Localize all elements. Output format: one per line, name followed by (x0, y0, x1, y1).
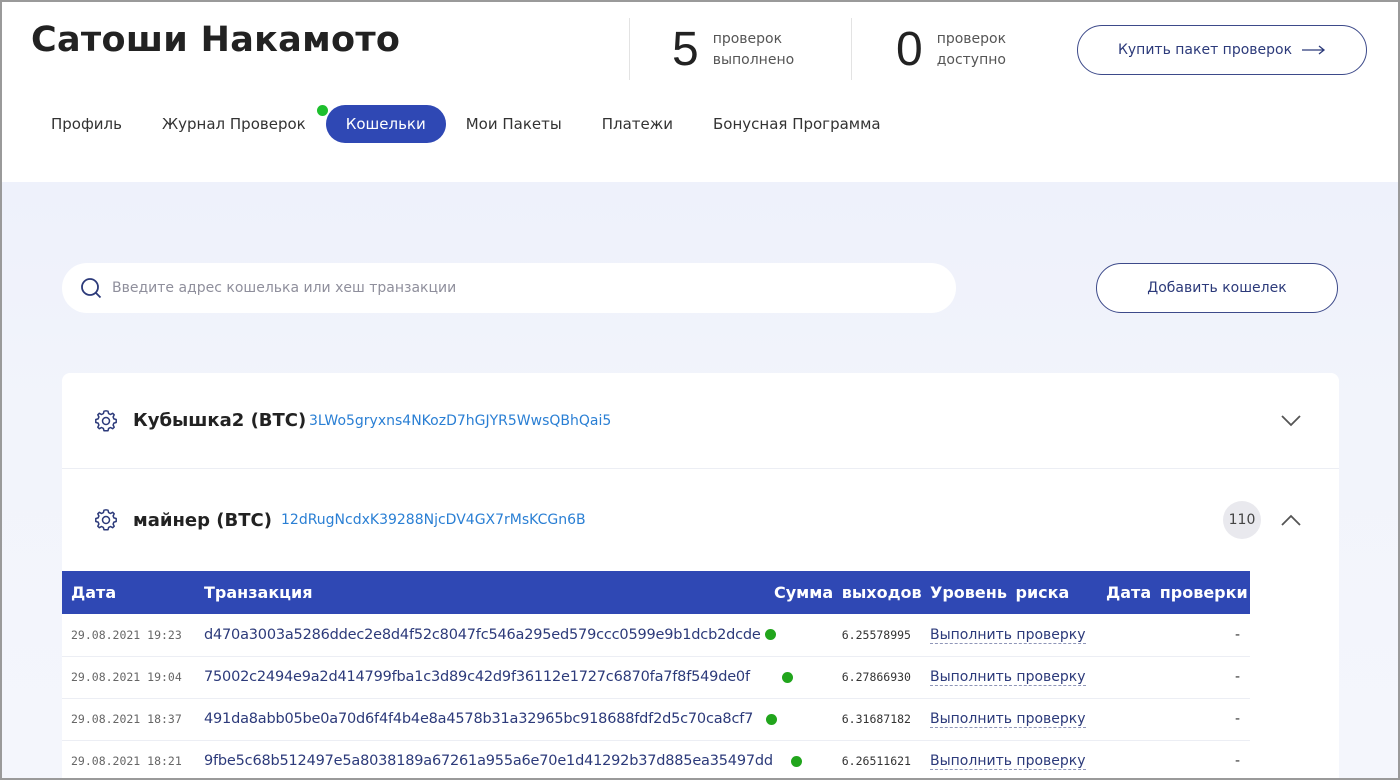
browser-frame: Сатоши Накамото 5 проверок выполнено 0 п… (0, 0, 1400, 780)
tx-sum: 6.26511621 (765, 740, 921, 778)
wallet-address[interactable]: 12dRugNcdxK39288NjcDV4GX7rMsKCGn6B (281, 512, 586, 528)
transaction-count-badge: 110 (1223, 501, 1261, 539)
column-header-transaction[interactable]: Транзакция (195, 571, 765, 614)
nav-tab-label: Бонусная Программа (713, 115, 881, 133)
buy-checks-label: Купить пакет проверок (1117, 42, 1293, 58)
wallet-item[interactable]: Кубышка2 (BTC) 3LWo5gryxns4NKozD7hGJYR5W… (62, 373, 1339, 469)
main-nav: Профиль Журнал Проверок Кошельки Мои Пак… (31, 104, 901, 144)
tx-hash-link[interactable]: d470a3003a5286ddec2e8d4f52c8047fc546a295… (204, 627, 761, 643)
tx-risk-cell: Выполнить проверку (921, 698, 1097, 741)
gear-icon[interactable] (94, 409, 118, 433)
column-header-date[interactable]: Дата (62, 571, 195, 614)
stat-value: 0 (896, 23, 923, 76)
nav-tab-label: Платежи (601, 115, 674, 133)
status-dot (765, 713, 777, 725)
chevron-down-icon[interactable] (1280, 414, 1302, 428)
gear-icon[interactable] (94, 508, 118, 532)
column-header-sum[interactable]: Сумма выходов (765, 571, 922, 614)
nav-tab-check-log[interactable]: Журнал Проверок (142, 105, 328, 143)
stat-label-line: проверок (936, 31, 1007, 47)
table-row: 29.08.2021 18:37 491da8abb05be0a70d6f4f4… (62, 698, 1250, 741)
tx-date: 29.08.2021 18:37 (62, 698, 195, 741)
divider (629, 18, 630, 80)
header: Сатоши Накамото 5 проверок выполнено 0 п… (2, 2, 1398, 182)
nav-tab-my-packages[interactable]: Мои Пакеты (446, 105, 582, 143)
tx-risk-cell: Выполнить проверку (921, 656, 1097, 699)
arrow-right-icon (1302, 45, 1326, 55)
tx-date: 29.08.2021 19:23 (62, 614, 195, 657)
tx-check-date: - (1097, 614, 1250, 657)
tx-hash-link[interactable]: 491da8abb05be0a70d6f4f4b4e8a4578b31a3296… (204, 711, 753, 727)
stat-label: проверок доступно (937, 29, 1006, 71)
column-header-check-date[interactable]: Дата проверки (1097, 571, 1250, 614)
tx-sum: 6.25578995 (765, 614, 921, 657)
run-check-link[interactable]: Выполнить проверку (930, 711, 1086, 728)
tx-date: 29.08.2021 19:04 (62, 656, 195, 699)
search-bar (62, 263, 956, 313)
stat-label-line: доступно (936, 52, 1006, 68)
status-dot (791, 755, 803, 767)
stat-label-line: выполнено (712, 52, 795, 68)
tx-hash-link[interactable]: 75002c2494e9a2d414799fba1c3d89c42d9f3611… (204, 669, 750, 685)
tx-risk-cell: Выполнить проверку (921, 740, 1097, 778)
transactions-table: Дата Транзакция Сумма выходов Уровень ри… (62, 571, 1250, 778)
tx-hash-cell: d470a3003a5286ddec2e8d4f52c8047fc546a295… (195, 614, 777, 657)
stat-label: проверок выполнено (713, 29, 794, 71)
stat-checks-done: 5 проверок выполнено (672, 20, 794, 80)
tx-hash-cell: 9fbe5c68b512497e5a8038189a67261a955a6e70… (195, 740, 803, 778)
search-icon (80, 277, 102, 299)
tx-date: 29.08.2021 18:21 (62, 740, 195, 778)
buy-checks-button[interactable]: Купить пакет проверок (1077, 25, 1367, 75)
column-header-risk[interactable]: Уровень риска (921, 571, 1097, 614)
tx-hash-cell: 75002c2494e9a2d414799fba1c3d89c42d9f3611… (195, 656, 794, 699)
divider (851, 18, 852, 80)
tx-check-date: - (1097, 698, 1250, 741)
run-check-link[interactable]: Выполнить проверку (930, 753, 1086, 770)
nav-tab-wallets[interactable]: Кошельки (325, 105, 446, 143)
chevron-up-icon[interactable] (1280, 513, 1302, 527)
main-content: Добавить кошелек Кубышка2 (BTC) 3LWo5gry… (2, 182, 1398, 778)
nav-tab-label: Журнал Проверок (161, 115, 306, 133)
nav-tab-label: Кошельки (345, 115, 426, 133)
stat-checks-available: 0 проверок доступно (896, 20, 1006, 80)
table-row: 29.08.2021 19:23 d470a3003a5286ddec2e8d4… (62, 614, 1250, 657)
run-check-link[interactable]: Выполнить проверку (930, 669, 1086, 686)
table-header-row: Дата Транзакция Сумма выходов Уровень ри… (62, 571, 1250, 614)
nav-tab-profile[interactable]: Профиль (31, 105, 142, 143)
tx-hash-cell: 491da8abb05be0a70d6f4f4b4e8a4578b31a3296… (195, 698, 777, 741)
user-name: Сатоши Накамото (31, 20, 401, 60)
table-row: 29.08.2021 18:21 9fbe5c68b512497e5a80381… (62, 740, 1250, 778)
wallet-item[interactable]: майнер (BTC) 12dRugNcdxK39288NjcDV4GX7rM… (62, 470, 1339, 570)
stat-label-line: проверок (712, 31, 783, 47)
tx-sum: 6.31687182 (765, 698, 921, 741)
wallet-name: Кубышка2 (BTC) (133, 410, 307, 431)
stat-value: 5 (672, 23, 699, 76)
add-wallet-button[interactable]: Добавить кошелек (1096, 263, 1338, 313)
tx-risk-cell: Выполнить проверку (921, 614, 1097, 657)
run-check-link[interactable]: Выполнить проверку (930, 626, 1086, 644)
notification-dot (316, 105, 328, 116)
nav-tab-payments[interactable]: Платежи (582, 105, 693, 143)
add-wallet-label: Добавить кошелек (1147, 280, 1287, 296)
nav-tab-label: Профиль (51, 115, 122, 133)
wallet-address[interactable]: 3LWo5gryxns4NKozD7hGJYR5WwsQBhQai5 (309, 413, 611, 429)
tx-check-date: - (1097, 740, 1250, 778)
nav-tab-bonus-program[interactable]: Бонусная Программа (693, 105, 901, 143)
tx-check-date: - (1097, 656, 1250, 699)
nav-tab-label: Мои Пакеты (465, 115, 562, 133)
search-input[interactable] (112, 280, 932, 296)
wallet-name: майнер (BTC) (133, 509, 272, 531)
tx-hash-link[interactable]: 9fbe5c68b512497e5a8038189a67261a955a6e70… (204, 753, 773, 769)
status-dot (782, 671, 794, 683)
table-row: 29.08.2021 19:04 75002c2494e9a2d414799fb… (62, 656, 1250, 699)
